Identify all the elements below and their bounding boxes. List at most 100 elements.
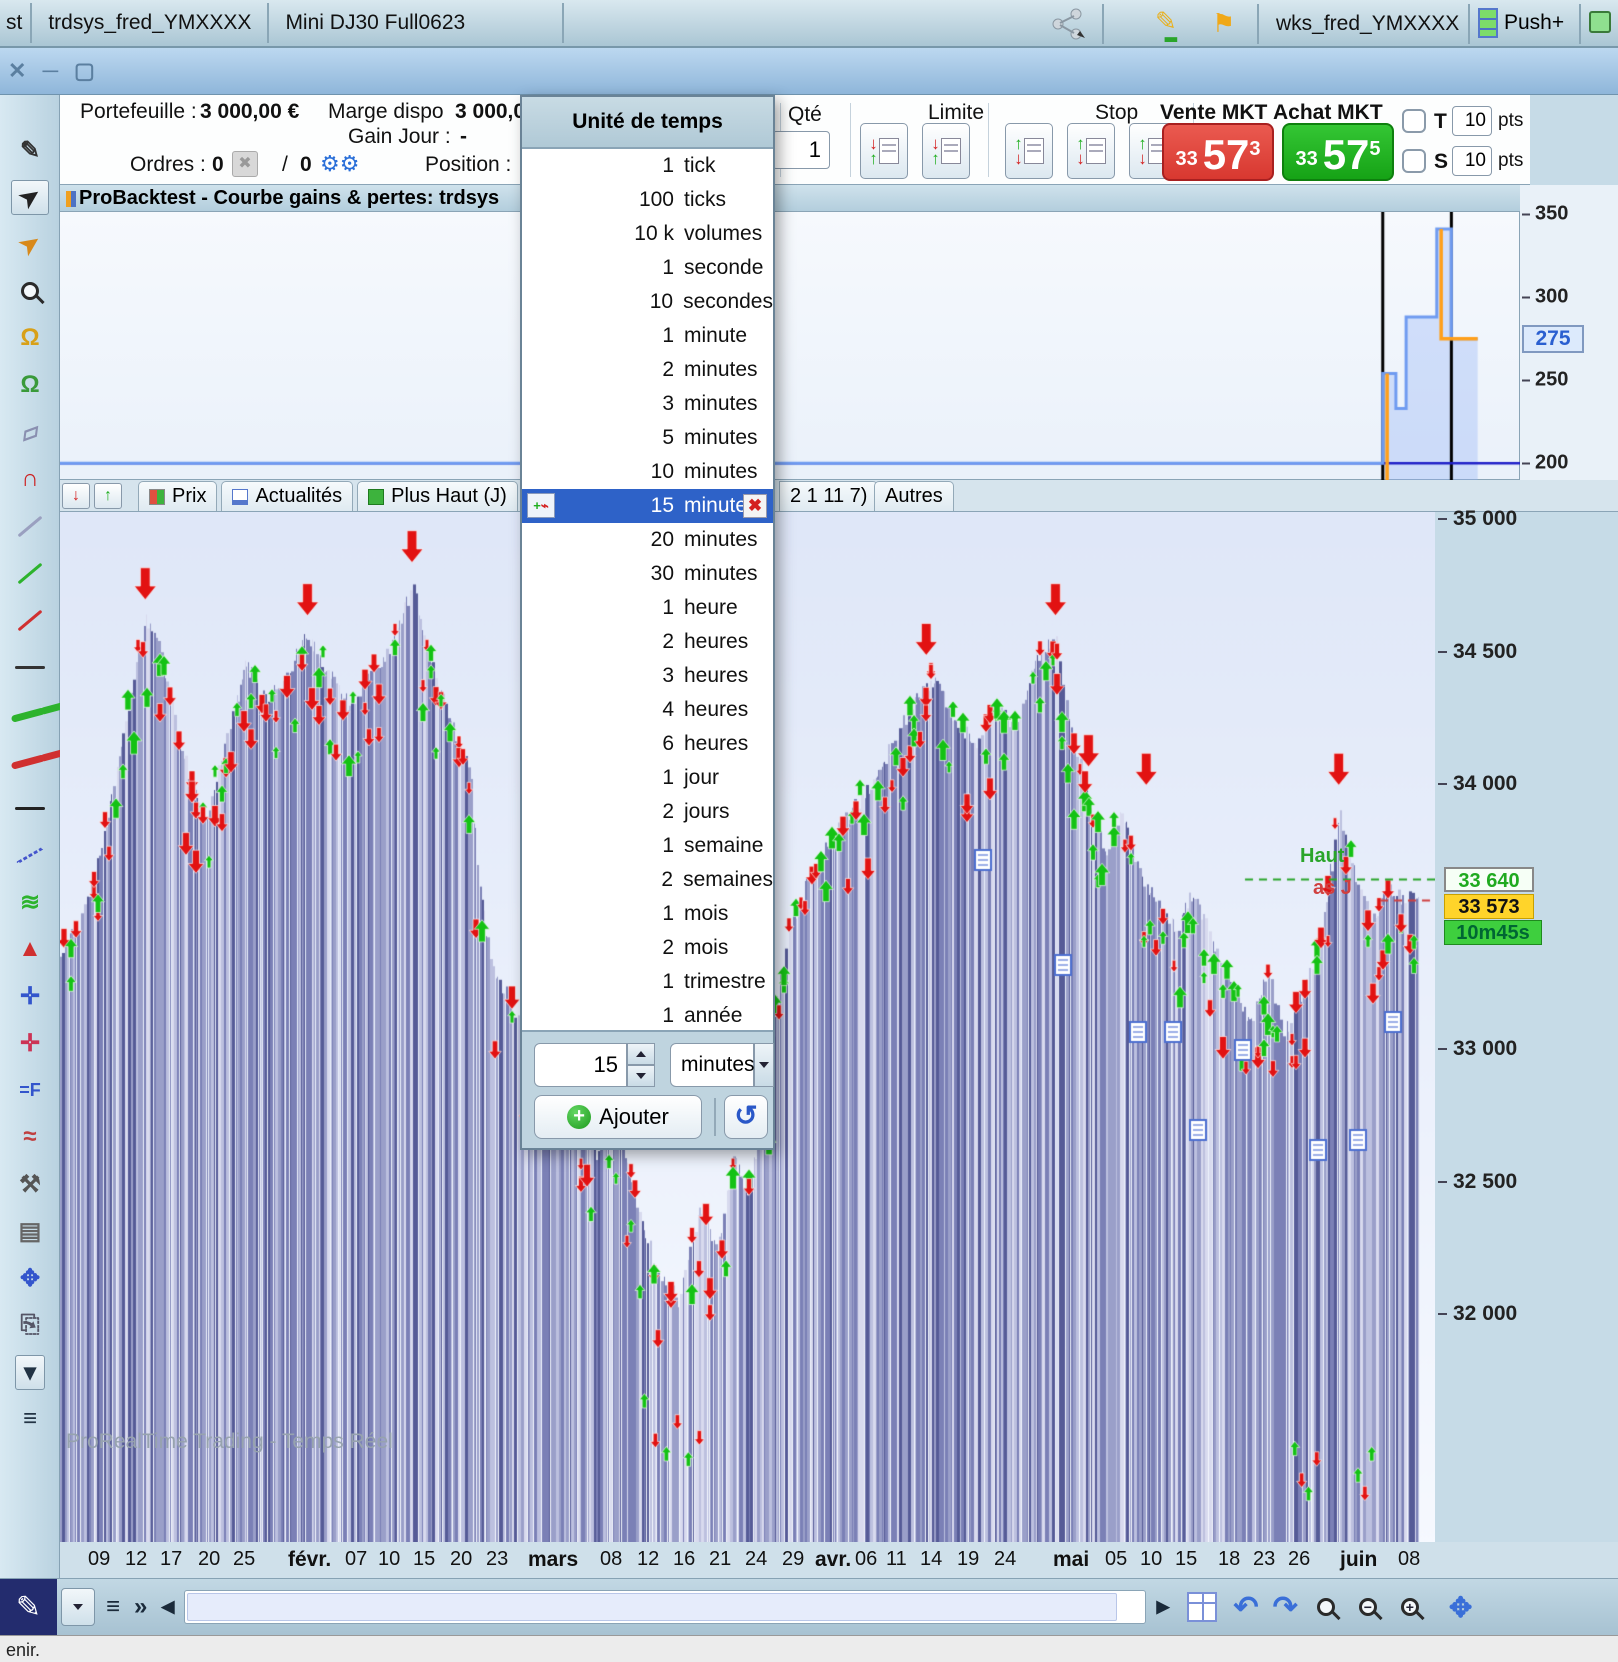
timeframe-unit-select[interactable]: minutes bbox=[670, 1043, 755, 1087]
reset-button[interactable]: ↺ bbox=[724, 1095, 768, 1139]
trash-tool[interactable]: ▤ bbox=[0, 1211, 60, 1251]
line-green-tool[interactable] bbox=[0, 553, 60, 593]
collapse-down-button[interactable]: ↓ bbox=[62, 483, 90, 509]
limit-sell-order-button[interactable]: ↓ ↑ bbox=[922, 123, 970, 179]
scroll-left-button[interactable]: ◀ bbox=[161, 1597, 174, 1617]
tab-partial[interactable]: st bbox=[0, 0, 28, 47]
timeframe-item-15-minutes[interactable]: 15 minutes +⌁ ✖ bbox=[522, 489, 773, 523]
chart-scrollbar[interactable] bbox=[184, 1590, 1147, 1624]
calendar-button[interactable] bbox=[1186, 1592, 1217, 1622]
expand-button[interactable] bbox=[61, 1588, 95, 1626]
eraser-tool[interactable]: ✎ bbox=[0, 130, 60, 170]
clipboard-tool[interactable]: ⎘ bbox=[0, 1305, 60, 1345]
timeframe-item-1-minute[interactable]: 1 minute bbox=[522, 319, 773, 353]
line-gray-tool[interactable] bbox=[0, 506, 60, 546]
tab-trdsys[interactable]: trdsys_fred_YMXXXX bbox=[34, 0, 265, 47]
push-button[interactable]: Push+ bbox=[1478, 8, 1564, 38]
chart-annotate-icon[interactable]: ✎▂ bbox=[1155, 6, 1189, 42]
timeframe-spinner-input[interactable] bbox=[534, 1043, 627, 1087]
stop-order-button-1[interactable]: ↑ ↓ bbox=[1005, 123, 1053, 179]
zoom-out-button[interactable]: − bbox=[1358, 1598, 1377, 1616]
status-square-icon[interactable] bbox=[1589, 11, 1611, 33]
sell-market-button[interactable]: 33 57 3 bbox=[1162, 123, 1274, 181]
fast-forward-icon[interactable]: » bbox=[134, 1593, 147, 1621]
share-icon[interactable] bbox=[1050, 8, 1086, 40]
timeframe-item-2-heures[interactable]: 2 heures bbox=[522, 625, 773, 659]
undo-button[interactable]: ↶ bbox=[1234, 1590, 1259, 1625]
timeframe-item-20-minutes[interactable]: 20 minutes bbox=[522, 523, 773, 557]
price-axis[interactable]: 35 000 34 500 34 000 33 000 32 500 32 000 33 … bbox=[1436, 507, 1618, 1542]
timeframe-item-1-seconde[interactable]: 1 seconde bbox=[522, 251, 773, 285]
timeframe-item-10k-volumes[interactable]: 10 k volumes bbox=[522, 217, 773, 251]
timeframe-item-1-année[interactable]: 1 année bbox=[522, 999, 773, 1033]
timeframe-item-1-heure[interactable]: 1 heure bbox=[522, 591, 773, 625]
tab-actualites[interactable]: Actualités bbox=[221, 481, 354, 511]
s-points-input[interactable] bbox=[1452, 146, 1492, 176]
crosses-blue-tool[interactable]: ✛ bbox=[0, 976, 60, 1016]
timeframe-item-4-heures[interactable]: 4 heures bbox=[522, 693, 773, 727]
ruler-tool[interactable]: ▱ bbox=[0, 412, 60, 452]
line-black-tool[interactable] bbox=[0, 647, 60, 687]
menu-icon[interactable]: ≡ bbox=[106, 1593, 120, 1621]
zigzag-tool[interactable]: ≋ bbox=[0, 882, 60, 922]
expand-up-button[interactable]: ↑ bbox=[94, 483, 122, 509]
collapse-button[interactable]: ▾ bbox=[0, 1352, 60, 1392]
segment-green-tool[interactable] bbox=[0, 694, 60, 734]
stepper-up-button[interactable] bbox=[627, 1043, 655, 1065]
redo-button[interactable]: ↷ bbox=[1273, 1590, 1298, 1625]
segment-red-tool[interactable] bbox=[0, 741, 60, 781]
timeframe-item-2-minutes[interactable]: 2 minutes bbox=[522, 353, 773, 387]
timeframe-item-6-heures[interactable]: 6 heures bbox=[522, 727, 773, 761]
hline-black-tool[interactable] bbox=[0, 788, 60, 828]
timeframe-item-1-tick[interactable]: 1 tick bbox=[522, 149, 773, 183]
stoploss-checkbox[interactable] bbox=[1402, 149, 1426, 173]
limit-buy-order-button[interactable]: ↓ ↑ bbox=[860, 123, 908, 179]
qty-input[interactable] bbox=[772, 131, 830, 169]
flag-icon[interactable]: ⚑ bbox=[1212, 8, 1235, 39]
line-red-tool[interactable] bbox=[0, 600, 60, 640]
waves-tool[interactable]: ≈ bbox=[0, 1117, 60, 1157]
tab-autres[interactable]: Autres bbox=[874, 481, 954, 511]
zoom-in-button[interactable]: + bbox=[1400, 1598, 1419, 1616]
menu-small-button[interactable]: ≡ bbox=[0, 1399, 60, 1439]
tab-plus-haut[interactable]: Plus Haut (J) bbox=[357, 481, 518, 511]
timeframe-item-30-minutes[interactable]: 30 minutes bbox=[522, 557, 773, 591]
alert-chart-tool[interactable]: Ω bbox=[0, 365, 60, 405]
probacktest-plot[interactable] bbox=[60, 212, 1520, 480]
timeframe-item-10-minutes[interactable]: 10 minutes bbox=[522, 455, 773, 489]
pattern-tool[interactable]: ▲ bbox=[0, 929, 60, 969]
orders-settings-icon[interactable]: ⚙⚙ bbox=[320, 151, 359, 177]
tab-wks[interactable]: wks_fred_YMXXXX bbox=[1262, 0, 1473, 48]
maximize-icon[interactable]: ▢ bbox=[74, 58, 95, 84]
timeframe-item-2-jours[interactable]: 2 jours bbox=[522, 795, 773, 829]
timeframe-item-3-heures[interactable]: 3 heures bbox=[522, 659, 773, 693]
dotted-line-tool[interactable] bbox=[0, 835, 60, 875]
alert-bell-tool[interactable]: Ω bbox=[0, 318, 60, 358]
tab-instrument[interactable]: Mini DJ30 Full0623 bbox=[271, 0, 479, 47]
pan-button[interactable]: ✥ bbox=[1449, 1591, 1472, 1624]
crosses-red-tool[interactable]: ✛ bbox=[0, 1023, 60, 1063]
minimize-icon[interactable]: ─ bbox=[42, 58, 58, 84]
close-icon[interactable]: ✕ bbox=[8, 58, 26, 84]
magnet-tool[interactable]: ∩ bbox=[0, 459, 60, 499]
fib-tool[interactable]: =F bbox=[0, 1070, 60, 1110]
buy-market-button[interactable]: 33 57 5 bbox=[1282, 123, 1394, 181]
draw-mode-button[interactable]: ✎ bbox=[0, 1578, 57, 1636]
target-checkbox[interactable] bbox=[1402, 109, 1426, 133]
cursor-tool[interactable]: ➤ bbox=[0, 177, 60, 217]
tab-indicator-overflow[interactable]: 2 1 11 7) bbox=[779, 481, 879, 511]
settings-tools[interactable]: ⚒ bbox=[0, 1164, 60, 1204]
timeframe-item-1-semaine[interactable]: 1 semaine bbox=[522, 829, 773, 863]
date-axis[interactable]: 09 12 17 20 25 févr. 07 10 15 20 23 mars 08 12 16 21 24 2… bbox=[60, 1542, 1618, 1578]
timeframe-item-5-minutes[interactable]: 5 minutes bbox=[522, 421, 773, 455]
remove-timeframe-icon[interactable]: ✖ bbox=[743, 494, 767, 518]
probacktest-header[interactable]: ProBacktest - Courbe gains & pertes: trd… bbox=[60, 185, 1520, 212]
timeframe-item-3-minutes[interactable]: 3 minutes bbox=[522, 387, 773, 421]
lock-cursor-tool[interactable]: ➤ bbox=[0, 224, 60, 264]
timeframe-item-1-jour[interactable]: 1 jour bbox=[522, 761, 773, 795]
scrollbar-thumb[interactable] bbox=[187, 1593, 1118, 1621]
unit-select-caret[interactable] bbox=[754, 1043, 774, 1087]
timeframe-item-2-mois[interactable]: 2 mois bbox=[522, 931, 773, 965]
timeframe-item-10-secondes[interactable]: 10 secondes bbox=[522, 285, 773, 319]
scroll-right-button[interactable]: ▶ bbox=[1156, 1597, 1169, 1617]
